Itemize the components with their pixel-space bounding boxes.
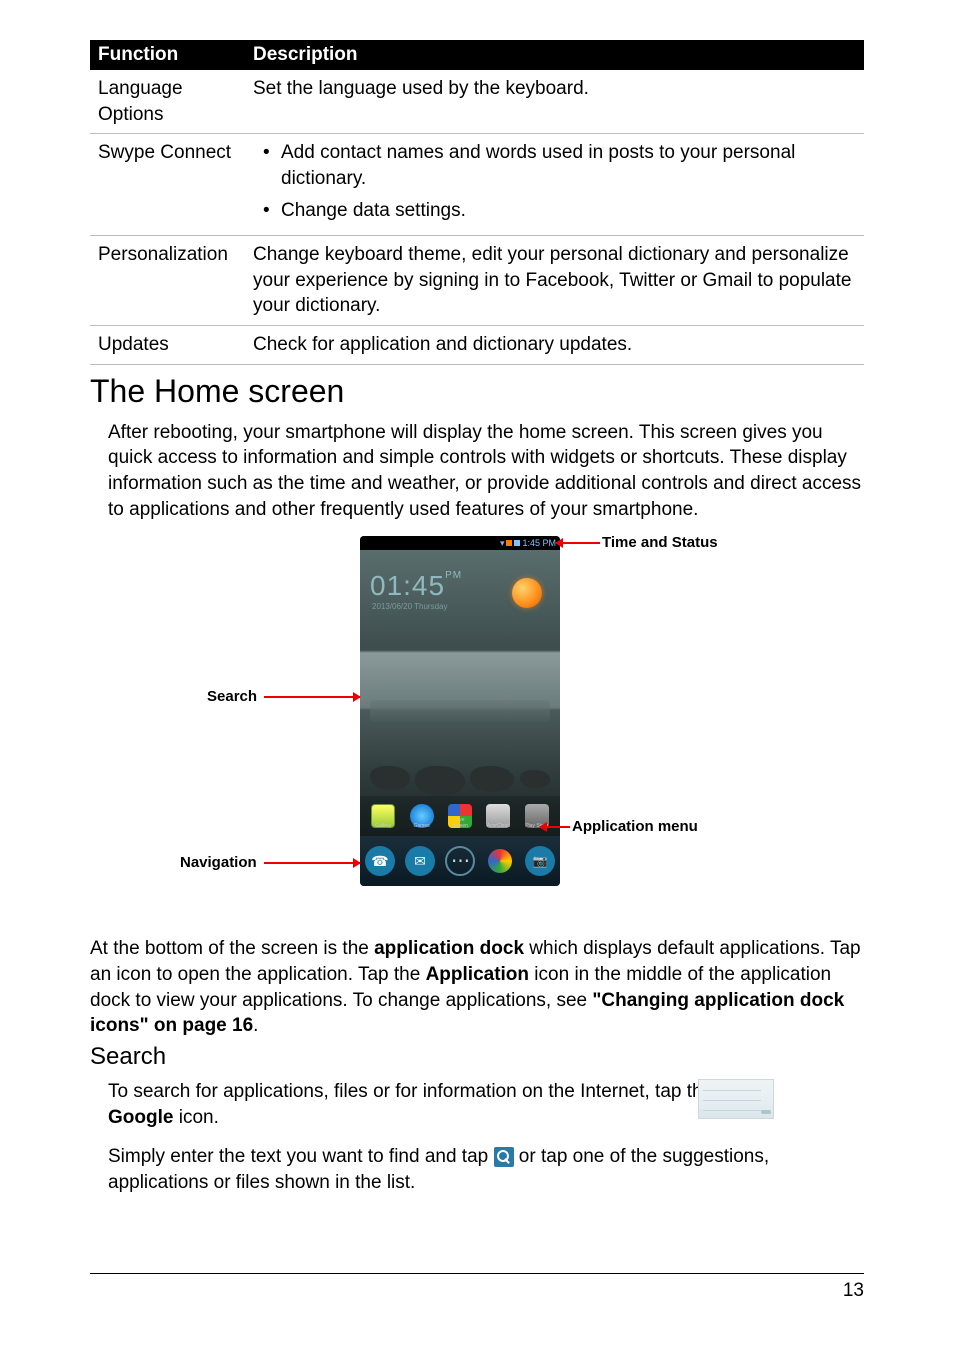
phone-status-bar: ▾ 1:45 PM (360, 536, 560, 550)
clock-widget: 01:45PM (370, 570, 462, 602)
weather-icon (512, 578, 542, 608)
phone-icon (365, 846, 395, 876)
tap-paragraph: Simply enter the text you want to find a… (90, 1144, 864, 1195)
table-row: Language Options Set the language used b… (90, 70, 864, 134)
wifi-icon: ▾ (500, 538, 505, 549)
magnifier-icon (494, 1147, 514, 1167)
table-row: Swype Connect Add contact names and word… (90, 134, 864, 236)
wallpaper-rocks (360, 746, 560, 796)
list-item: Add contact names and words used in post… (263, 140, 856, 191)
settings-table: Function Description Language Options Se… (90, 40, 864, 365)
cell-desc: Change keyboard theme, edit your persona… (245, 236, 864, 326)
phone-mockup: ▾ 1:45 PM 01:45PM 2013/06/20 Thursday Ga… (360, 536, 560, 886)
callout-navigation: Navigation (180, 854, 257, 871)
callout-search: Search (207, 688, 257, 705)
search-widget (370, 700, 550, 722)
callout-app-menu: Application menu (572, 818, 698, 835)
list-item: Change data settings. (263, 198, 856, 224)
home-screen-diagram: ▾ 1:45 PM 01:45PM 2013/06/20 Thursday Ga… (90, 536, 864, 916)
signal-icon (506, 540, 512, 546)
th-function: Function (90, 40, 245, 70)
page-footer: 13 (90, 1273, 864, 1302)
app-shortcut-row: Gallery Games Live Screen AcerCloud Play… (360, 796, 560, 836)
phone-wallpaper: 01:45PM 2013/06/20 Thursday Gallery Game… (360, 550, 560, 836)
callout-time-status: Time and Status (602, 534, 718, 551)
google-search-thumbnail (698, 1079, 774, 1119)
heading-search: Search (90, 1043, 864, 1071)
messages-icon (405, 846, 435, 876)
table-row: Updates Check for application and dictio… (90, 326, 864, 365)
table-row: Personalization Change keyboard theme, e… (90, 236, 864, 326)
status-time: 1:45 PM (522, 538, 556, 548)
cell-func: Updates (90, 326, 245, 365)
cell-func: Swype Connect (90, 134, 245, 236)
page-number: 13 (843, 1280, 864, 1301)
cell-func: Language Options (90, 70, 245, 134)
heading-home-screen: The Home screen (90, 373, 864, 410)
th-description: Description (245, 40, 864, 70)
arrow-icon (264, 696, 360, 698)
arrow-icon (540, 826, 570, 828)
dock-paragraph: At the bottom of the screen is the appli… (90, 936, 864, 1039)
application-dock (360, 836, 560, 886)
cell-func: Personalization (90, 236, 245, 326)
cell-desc: Set the language used by the keyboard. (245, 70, 864, 134)
intro-paragraph: After rebooting, your smartphone will di… (90, 420, 864, 523)
app-drawer-icon (445, 846, 475, 876)
camera-icon (525, 846, 555, 876)
cell-desc: Add contact names and words used in post… (245, 134, 864, 236)
arrow-icon (556, 542, 600, 544)
signal-icon (514, 540, 520, 546)
cell-desc: Check for application and dictionary upd… (245, 326, 864, 365)
clock-date: 2013/06/20 Thursday (372, 602, 447, 611)
chrome-icon (485, 846, 515, 876)
arrow-icon (264, 862, 360, 864)
